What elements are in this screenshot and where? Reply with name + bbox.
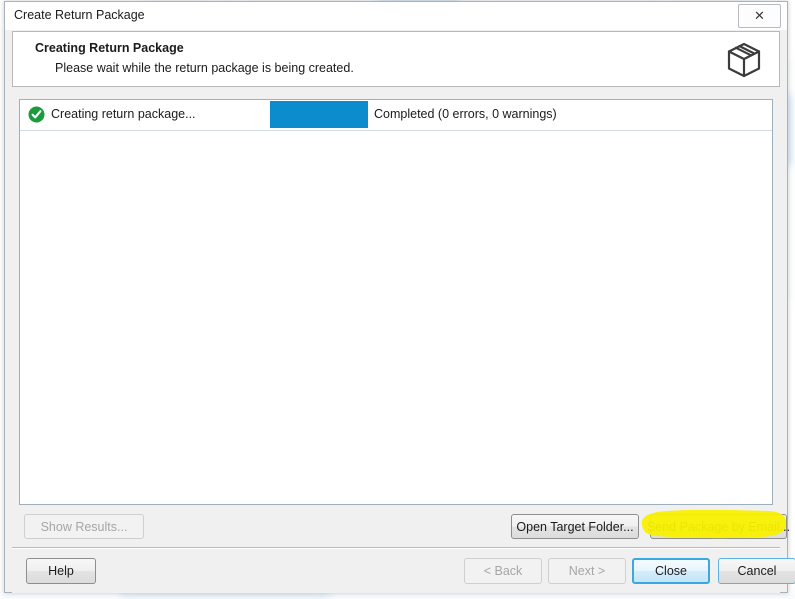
progress-bar-fill [270, 101, 368, 128]
progress-bar [256, 100, 368, 129]
dialog-titlebar: Create Return Package ✕ [5, 2, 787, 30]
close-x-icon: ✕ [754, 8, 765, 24]
dialog-header-panel: Creating Return Package Please wait whil… [12, 31, 780, 87]
back-button[interactable]: < Back [464, 558, 542, 584]
cancel-button[interactable]: Cancel [718, 558, 795, 584]
close-button[interactable]: Close [632, 558, 710, 584]
row-status-detail: Completed (0 errors, 0 warnings) [374, 107, 557, 121]
row-task-label: Creating return package... [51, 107, 196, 121]
dialog-footer: Help < Back Next > Close Cancel [12, 548, 795, 593]
next-button[interactable]: Next > [548, 558, 626, 584]
close-window-button[interactable]: ✕ [738, 4, 781, 28]
table-row[interactable]: Creating return package... Completed (0 … [20, 100, 772, 131]
package-box-icon [723, 39, 765, 81]
show-results-button[interactable]: Show Results... [24, 514, 144, 539]
create-return-package-dialog: Create Return Package ✕ Creating Return … [4, 1, 795, 593]
mid-action-bar: Show Results... Open Target Folder... Se… [12, 510, 790, 542]
dialog-title: Create Return Package [14, 8, 145, 22]
send-package-by-email-button[interactable]: Send Package by Email... [647, 514, 790, 539]
results-list[interactable]: Creating return package... Completed (0 … [19, 99, 773, 505]
help-button[interactable]: Help [26, 558, 96, 584]
header-title: Creating Return Package [35, 41, 184, 55]
header-subtitle: Please wait while the return package is … [55, 61, 354, 75]
green-check-circle-icon [28, 106, 45, 123]
open-target-folder-button[interactable]: Open Target Folder... [511, 514, 639, 539]
